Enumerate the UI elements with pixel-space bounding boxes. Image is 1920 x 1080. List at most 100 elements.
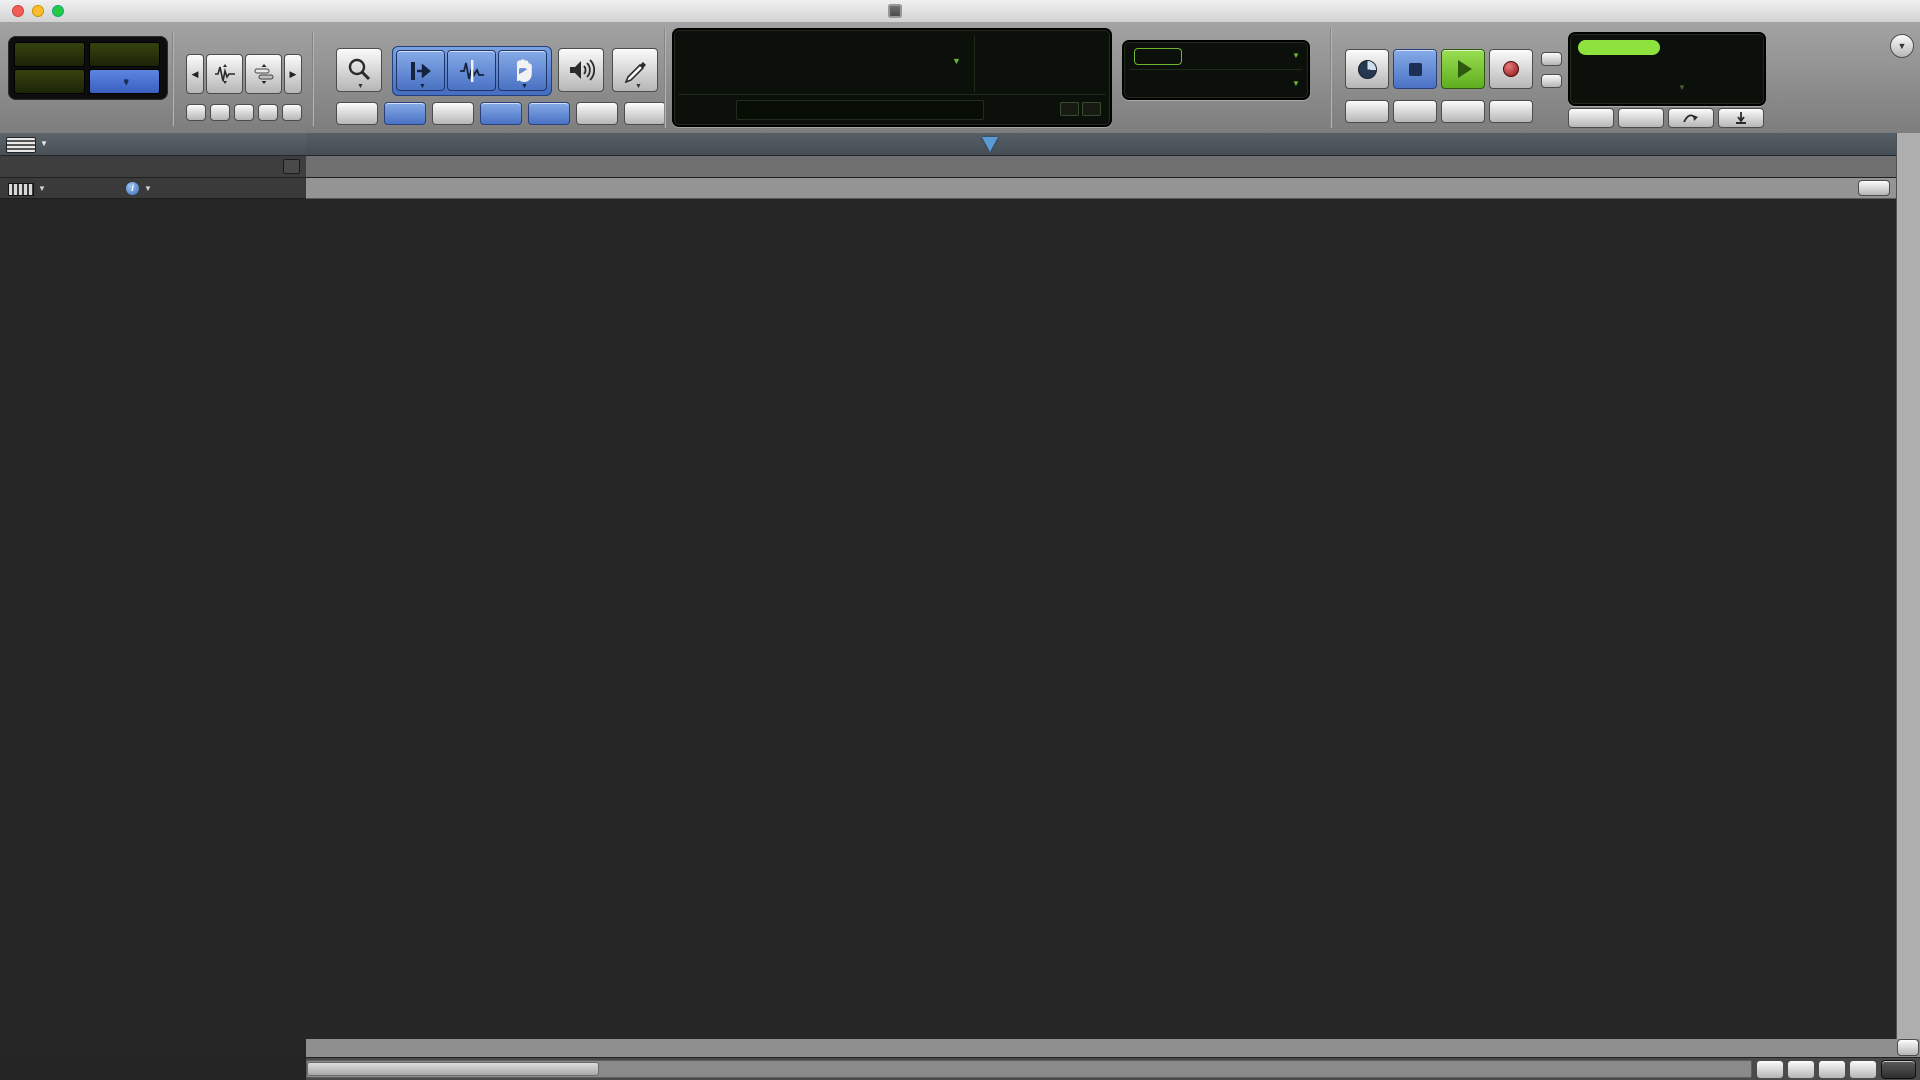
zoom-window-button[interactable]: [52, 5, 64, 17]
timebase-expand-button[interactable]: [1858, 180, 1890, 196]
zoom-preset-2[interactable]: [210, 104, 230, 121]
toolbar-menu-button[interactable]: ▼: [1890, 34, 1914, 58]
slip-mode-button[interactable]: [14, 69, 85, 94]
fast-forward-button[interactable]: [1441, 100, 1485, 123]
zoom-preset-5[interactable]: [282, 104, 302, 121]
transport-expand-top-button[interactable]: [1541, 52, 1562, 66]
scroll-right-button[interactable]: [1787, 1060, 1815, 1079]
layered-editing-button[interactable]: [576, 102, 618, 125]
markers-row: [0, 156, 1920, 178]
grid-label-pill[interactable]: [1134, 48, 1182, 65]
marker-lane[interactable]: [306, 156, 1896, 178]
minimize-window-button[interactable]: [32, 5, 44, 17]
record-button[interactable]: [1489, 49, 1533, 89]
dly-toggle-2[interactable]: [1082, 102, 1101, 116]
trim-tool-icon: [408, 60, 434, 82]
countoff-toggle-button[interactable]: [1668, 108, 1714, 128]
zoom-in-horizontal-button[interactable]: [1849, 1060, 1877, 1079]
online-clock-icon: [1358, 60, 1377, 79]
main-counter-value[interactable]: [682, 38, 944, 84]
stop-button[interactable]: [1393, 49, 1437, 89]
pencil-tool-button[interactable]: ▼: [612, 48, 658, 92]
zoom-out-horizontal-button[interactable]: [1818, 1060, 1846, 1079]
zoom-preset-3[interactable]: [234, 104, 254, 121]
zoom-preset-4[interactable]: [258, 104, 278, 121]
quickpunch-button[interactable]: [1568, 108, 1614, 128]
timeline-top-strip: [306, 178, 1896, 199]
time-ruler-scale[interactable]: [306, 133, 1896, 156]
ruler-right-gutter: [1896, 133, 1920, 156]
zoom-toggle-button[interactable]: [336, 102, 378, 125]
grid-mode-dropdown-icon[interactable]: ▼: [122, 77, 130, 86]
edit-mode-cluster: ▼: [8, 36, 168, 100]
track-height-icon[interactable]: [8, 183, 34, 196]
go-to-end-button[interactable]: [1489, 100, 1533, 123]
toolbar-separator: [312, 32, 314, 126]
main-counter-dropdown-icon[interactable]: ▼: [952, 56, 961, 66]
edit-group-dropdown-icon[interactable]: ▼: [144, 184, 152, 193]
scrubber-tool-button[interactable]: [558, 48, 604, 92]
main-counter-panel: ▼: [672, 28, 1112, 127]
selector-tool-icon: [458, 59, 486, 83]
zoom-preset-1[interactable]: [186, 104, 206, 121]
add-marker-button[interactable]: [283, 159, 300, 174]
markers-right-gutter: [1896, 156, 1920, 178]
pre-roll-curve-icon: [1682, 112, 1700, 124]
playhead-marker-icon[interactable]: [982, 137, 998, 152]
zoom-out-button[interactable]: ◀: [186, 54, 204, 94]
horizontal-scrollbar-track[interactable]: [306, 1060, 1752, 1078]
zoomer-tool-button[interactable]: ▼: [336, 48, 382, 92]
tab-to-transient-button[interactable]: [384, 102, 426, 125]
layered-regions-icon: [253, 64, 275, 84]
counter-divider: [974, 36, 975, 92]
zoomer-dropdown-icon[interactable]: ▼: [357, 83, 364, 90]
zoom-preset-button[interactable]: [245, 54, 282, 94]
grid-mode-button[interactable]: ▼: [89, 69, 160, 94]
pencil-icon: [622, 57, 648, 83]
pencil-dropdown-icon[interactable]: ▼: [635, 83, 642, 90]
selector-tool-button[interactable]: [447, 50, 496, 91]
pro-tools-edit-window: ▼ ◀ ▶: [0, 0, 1920, 1080]
grid-dropdown-icon[interactable]: ▼: [1292, 51, 1300, 60]
edit-group-icon[interactable]: i: [126, 182, 139, 195]
trim-dropdown-icon[interactable]: ▼: [419, 83, 426, 90]
title-bar: [0, 0, 1920, 23]
scroll-left-button[interactable]: [1756, 1060, 1784, 1079]
back-to-start-button[interactable]: [1881, 1060, 1916, 1079]
edit-toolbar: ▼ ◀ ▶: [0, 22, 1920, 135]
grabber-dropdown-icon[interactable]: ▼: [521, 83, 528, 90]
play-button[interactable]: [1441, 49, 1485, 89]
insertion-follows-playback-button[interactable]: [624, 102, 666, 125]
transport-expand-bottom-button[interactable]: [1541, 74, 1562, 88]
nudge-dropdown-icon[interactable]: ▼: [1292, 79, 1300, 88]
ruler-dropdown-icon[interactable]: ▼: [40, 139, 48, 148]
header-right-gutter: [1896, 178, 1920, 199]
grid-nudge-panel: ▼ ▼: [1122, 40, 1310, 100]
online-button[interactable]: [1345, 49, 1389, 89]
shuffle-mode-button[interactable]: [14, 42, 85, 67]
toolbar-separator: [1330, 28, 1332, 128]
close-window-button[interactable]: [12, 5, 24, 17]
horizontal-scrollbar-thumb[interactable]: [307, 1062, 599, 1076]
counter-divider: [678, 94, 1106, 95]
trim-tool-button[interactable]: ▼: [396, 50, 445, 91]
right-scroll-column[interactable]: [1896, 199, 1920, 1039]
dly-toggle-1[interactable]: [1060, 102, 1079, 116]
rewind-button[interactable]: [1393, 100, 1437, 123]
zoom-in-button[interactable]: ▶: [284, 54, 302, 94]
spot-mode-button[interactable]: [89, 42, 160, 67]
zoom-waveform-button[interactable]: [206, 54, 243, 94]
link-timeline-edit-button[interactable]: [480, 102, 522, 125]
midi-merge-button[interactable]: [1718, 108, 1764, 128]
status-bar: [0, 1057, 1920, 1080]
return-to-zero-button[interactable]: [1345, 100, 1389, 123]
link-track-edit-button[interactable]: [528, 102, 570, 125]
add-track-button[interactable]: [1897, 1039, 1919, 1056]
click-button[interactable]: [1618, 108, 1664, 128]
grabber-tool-button[interactable]: ▼: [498, 50, 547, 91]
ruler-view-menu-button[interactable]: [6, 137, 36, 153]
tempo-dropdown-icon[interactable]: ▼: [1678, 83, 1686, 92]
track-height-dropdown-icon[interactable]: ▼: [38, 184, 46, 193]
mirrored-editing-button[interactable]: [432, 102, 474, 125]
count-off-pill[interactable]: [1578, 40, 1660, 55]
